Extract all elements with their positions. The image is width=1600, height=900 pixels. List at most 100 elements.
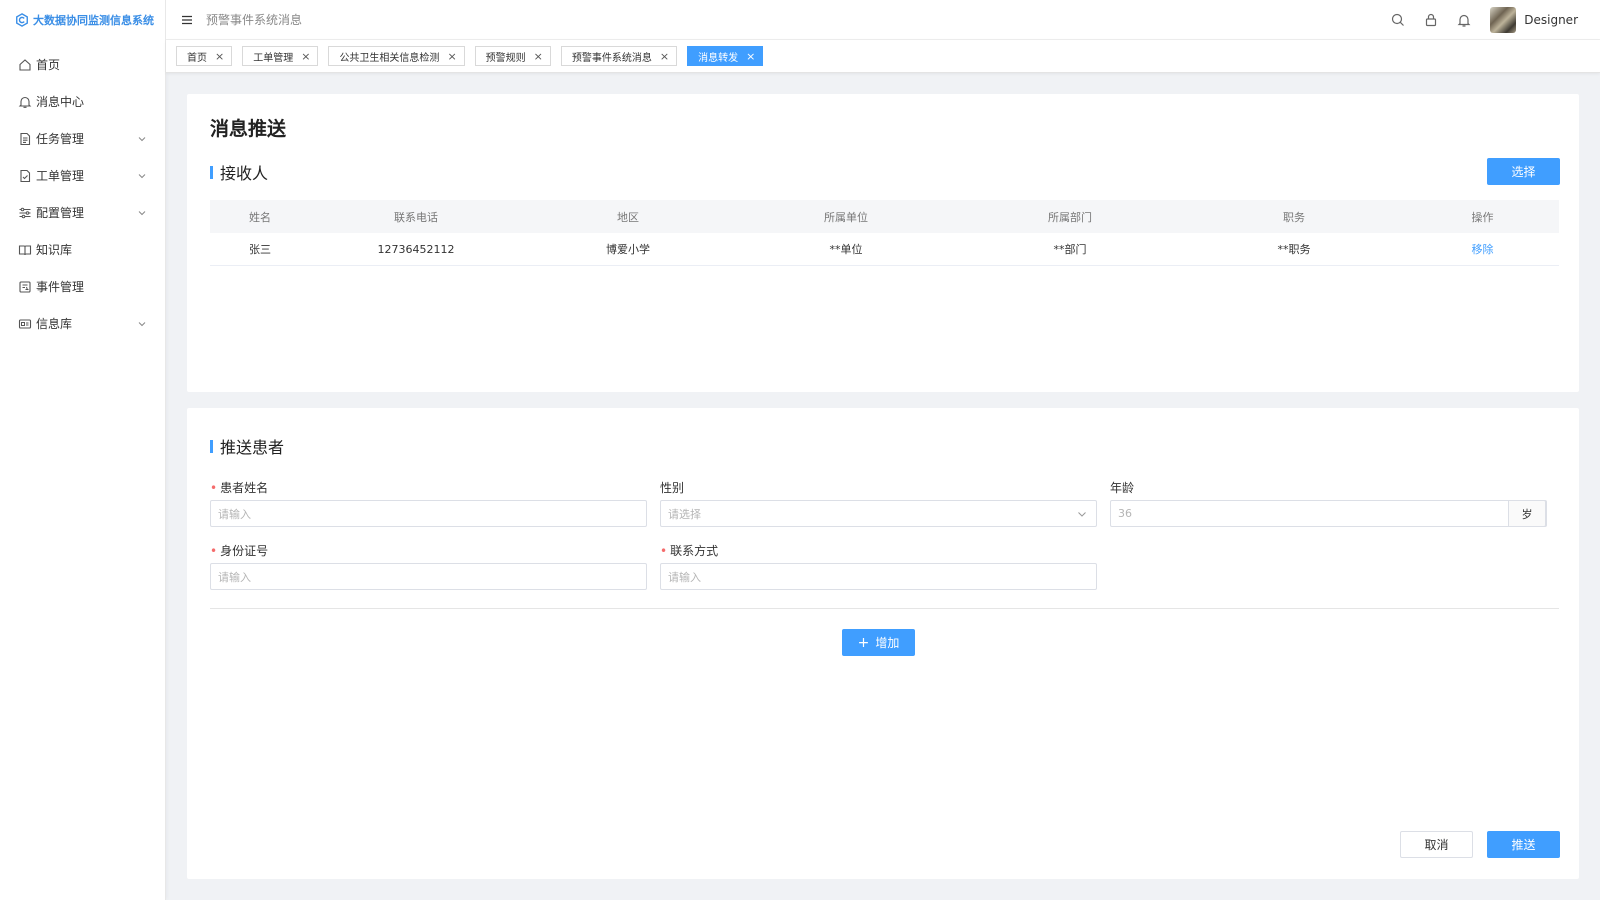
close-icon[interactable]: × xyxy=(301,50,310,63)
column-header: 所属部门 xyxy=(1048,210,1092,224)
gender-label: 性别 xyxy=(660,481,685,495)
database-icon xyxy=(18,317,32,331)
tab-public-health[interactable]: 公共卫生相关信息检测 × xyxy=(328,46,465,66)
patient-name-label: • 患者姓名 xyxy=(210,481,269,495)
divider xyxy=(210,608,1559,609)
tab-label: 预警规则 xyxy=(485,52,526,64)
breadcrumb: 预警事件系统消息 xyxy=(206,13,303,27)
tab-label: 公共卫生相关信息检测 xyxy=(339,52,440,64)
sidebar-item-label: 配置管理 xyxy=(36,206,85,220)
contact-input[interactable]: 请输入 xyxy=(660,563,1097,590)
remove-link[interactable]: 移除 xyxy=(1406,241,1559,257)
sidebar-item-tasks[interactable]: 任务管理 xyxy=(0,120,165,157)
document-icon xyxy=(18,132,32,146)
column-header: 职务 xyxy=(1283,210,1305,224)
age-input[interactable]: 36 岁 xyxy=(1110,500,1547,527)
cancel-button[interactable]: 取消 xyxy=(1400,831,1473,858)
tab-message-forward[interactable]: 消息转发 × xyxy=(687,46,764,66)
tab-label: 首页 xyxy=(187,52,207,64)
menu-toggle-icon[interactable] xyxy=(180,13,194,27)
sidebar-item-config[interactable]: 配置管理 xyxy=(0,194,165,231)
cell-phone: 12736452112 xyxy=(377,242,455,256)
cell-region: 博爱小学 xyxy=(606,243,650,256)
chevron-down-icon xyxy=(1078,512,1086,517)
bell-icon xyxy=(18,95,32,109)
age-placeholder: 36 xyxy=(1118,507,1132,520)
tab-label: 预警事件系统消息 xyxy=(571,52,652,64)
logo-icon xyxy=(16,13,28,27)
column-header: 姓名 xyxy=(249,210,271,224)
patient-name-input[interactable]: 请输入 xyxy=(210,500,647,527)
age-unit: 岁 xyxy=(1508,500,1546,527)
age-label: 年龄 xyxy=(1110,481,1135,495)
patient-section-title: 推送患者 xyxy=(210,434,284,458)
chevron-down-icon xyxy=(138,136,146,141)
sidebar-item-home[interactable]: 首页 xyxy=(0,46,165,83)
tab-home[interactable]: 首页 × xyxy=(176,46,233,66)
table-header: 姓名 联系电话 地区 所属单位 所属部门 职务 操作 xyxy=(210,200,1559,233)
username[interactable]: Designer xyxy=(1524,13,1578,27)
id-number-input[interactable]: 请输入 xyxy=(210,563,647,590)
chevron-down-icon xyxy=(138,321,146,326)
close-icon[interactable]: × xyxy=(660,50,669,63)
column-header: 所属单位 xyxy=(824,210,868,224)
sidebar-item-messages[interactable]: 消息中心 xyxy=(0,83,165,120)
tab-label: 消息转发 xyxy=(698,52,739,64)
app-title: 大数据协同监测信息系统 xyxy=(33,14,154,27)
tab-label: 工单管理 xyxy=(253,52,294,64)
sidebar-item-label: 信息库 xyxy=(36,317,73,331)
sidebar-item-knowledge[interactable]: 知识库 xyxy=(0,231,165,268)
close-icon[interactable]: × xyxy=(447,50,456,63)
avatar[interactable] xyxy=(1490,7,1517,33)
column-header: 操作 xyxy=(1471,210,1494,224)
page-title: 消息推送 xyxy=(210,118,287,140)
sliders-icon xyxy=(18,206,32,220)
required-mark: • xyxy=(660,544,668,558)
plus-icon: + xyxy=(857,634,870,651)
add-patient-button[interactable]: + 增加 xyxy=(842,629,915,656)
sidebar-item-label: 消息中心 xyxy=(36,95,85,109)
chevron-down-icon xyxy=(138,173,146,178)
cell-unit: **单位 xyxy=(829,243,863,256)
push-button[interactable]: 推送 xyxy=(1487,831,1560,858)
sidebar-item-label: 任务管理 xyxy=(36,132,85,146)
top-header: 预警事件系统消息 Designer xyxy=(166,0,1600,40)
lock-icon[interactable] xyxy=(1423,12,1439,28)
table-row: 张三 12736452112 博爱小学 **单位 **部门 **职务 移除 xyxy=(210,233,1559,266)
sidebar-item-events[interactable]: 事件管理 xyxy=(0,268,165,305)
close-icon[interactable]: × xyxy=(215,50,224,63)
recipients-card: 消息推送 接收人 选择 姓名 联系电话 地区 所属单位 所属部门 职务 操作 张… xyxy=(187,94,1579,392)
sidebar-item-label: 事件管理 xyxy=(36,280,85,294)
app-logo[interactable]: 大数据协同监测信息系统 xyxy=(0,0,165,40)
tab-warning-rules[interactable]: 预警规则 × xyxy=(474,46,551,66)
sidebar-item-label: 知识库 xyxy=(36,243,73,257)
book-icon xyxy=(18,243,32,257)
gender-select[interactable]: 请选择 xyxy=(660,500,1097,527)
sidebar: 大数据协同监测信息系统 首页 消息中心 任务管理 工单管理 配置管理 知识库 事… xyxy=(0,0,166,900)
sidebar-item-label: 工单管理 xyxy=(36,169,85,183)
column-header: 联系电话 xyxy=(394,210,438,224)
sidebar-item-infobase[interactable]: 信息库 xyxy=(0,305,165,342)
column-header: 地区 xyxy=(617,210,639,224)
cell-dept: **部门 xyxy=(1053,243,1087,256)
tab-workorders[interactable]: 工单管理 × xyxy=(242,46,319,66)
close-icon[interactable]: × xyxy=(746,50,755,63)
cell-name: 张三 xyxy=(249,243,271,256)
patient-card: 推送患者 • 患者姓名 请输入 性别 请选择 年龄 36 岁 • 身份证号 请输入 … xyxy=(187,408,1579,879)
home-icon xyxy=(18,58,32,72)
search-icon[interactable] xyxy=(1390,12,1406,28)
sidebar-item-workorders[interactable]: 工单管理 xyxy=(0,157,165,194)
select-recipient-button[interactable]: 选择 xyxy=(1487,158,1560,185)
bell-icon[interactable] xyxy=(1456,12,1472,28)
chevron-down-icon xyxy=(138,210,146,215)
id-number-label: • 身份证号 xyxy=(210,544,269,558)
tabs-bar: 首页 × 工单管理 × 公共卫生相关信息检测 × 预警规则 × 预警事件系统消息 × 消息… xyxy=(166,40,1600,73)
recipients-table: 姓名 联系电话 地区 所属单位 所属部门 职务 操作 张三 1273645211… xyxy=(210,200,1559,266)
cell-position: **职务 xyxy=(1277,243,1311,256)
tab-warning-messages[interactable]: 预警事件系统消息 × xyxy=(560,46,678,66)
ticket-icon xyxy=(18,169,32,183)
event-icon xyxy=(18,280,32,294)
sidebar-item-label: 首页 xyxy=(36,58,61,72)
add-label: 增加 xyxy=(875,636,900,650)
close-icon[interactable]: × xyxy=(534,50,543,63)
